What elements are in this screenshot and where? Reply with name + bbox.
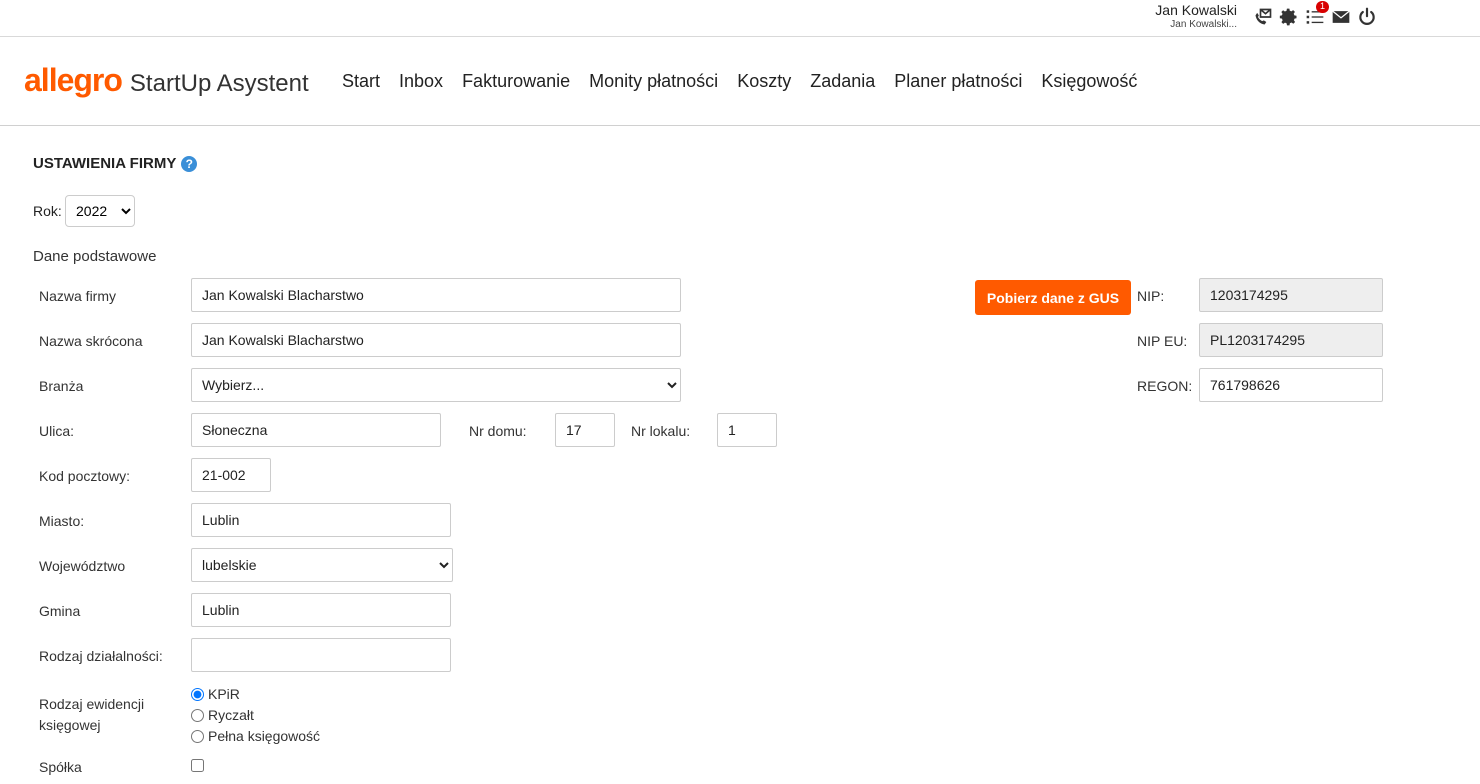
accounting-option-label: KPiR bbox=[208, 686, 240, 702]
nav-item-costs[interactable]: Koszty bbox=[737, 71, 791, 92]
house-no-label: Nr domu: bbox=[469, 423, 527, 439]
top-icons: 1 bbox=[1252, 1, 1378, 28]
logo-brand: allegro bbox=[24, 62, 123, 98]
postal-code-input[interactable] bbox=[191, 458, 271, 492]
main-navbar: allegro StartUp Asystent Start Inbox Fak… bbox=[0, 37, 1480, 126]
accounting-option-kpir[interactable]: KPiR bbox=[191, 686, 240, 702]
nav-item-inbox[interactable]: Inbox bbox=[399, 71, 443, 92]
accounting-type-label-line1: Rodzaj ewidencji bbox=[39, 696, 145, 712]
voivodeship-label: Województwo bbox=[39, 558, 126, 574]
nav-item-payment-reminders[interactable]: Monity płatności bbox=[589, 71, 718, 92]
nip-label: NIP: bbox=[1137, 288, 1165, 304]
nav-item-tasks[interactable]: Zadania bbox=[810, 71, 875, 92]
company-name-label: Nazwa firmy bbox=[39, 288, 117, 304]
top-bar: Jan Kowalski Jan Kowalski... 1 bbox=[0, 0, 1480, 37]
nav-item-invoicing[interactable]: Fakturowanie bbox=[462, 71, 570, 92]
accounting-option-full[interactable]: Pełna księgowość bbox=[191, 728, 320, 744]
flat-no-input[interactable] bbox=[717, 413, 777, 447]
nip-eu-label: NIP EU: bbox=[1137, 333, 1188, 349]
nav-item-start[interactable]: Start bbox=[342, 71, 380, 92]
accounting-radio-kpir[interactable] bbox=[191, 687, 204, 701]
street-label: Ulica: bbox=[39, 423, 75, 439]
partnership-checkbox[interactable] bbox=[191, 759, 204, 772]
flat-no-label: Nr lokalu: bbox=[631, 423, 691, 439]
accounting-option-label: Ryczałt bbox=[208, 707, 254, 723]
partnership-label: Spółka bbox=[39, 759, 82, 775]
accounting-option-label: Pełna księgowość bbox=[208, 728, 321, 744]
envelope-icon[interactable] bbox=[1330, 6, 1352, 28]
page-title-text: USTAWIENIA FIRMY bbox=[33, 155, 177, 172]
postal-code-label: Kod pocztowy: bbox=[39, 468, 131, 484]
city-label: Miasto: bbox=[39, 513, 85, 529]
app-name: StartUp Asystent bbox=[129, 70, 309, 97]
voivodeship-select[interactable]: lubelskie bbox=[191, 548, 453, 582]
notification-badge: 1 bbox=[1316, 1, 1329, 13]
short-name-input[interactable] bbox=[191, 323, 681, 357]
industry-label: Branża bbox=[39, 378, 84, 394]
city-input[interactable] bbox=[191, 503, 451, 537]
task-list-icon[interactable]: 1 bbox=[1304, 1, 1329, 28]
main-nav: Start Inbox Fakturowanie Monity płatnośc… bbox=[342, 71, 1137, 92]
accounting-type-label-line2: księgowej bbox=[39, 717, 101, 733]
year-label: Rok: bbox=[33, 203, 62, 219]
page-title: USTAWIENIA FIRMY ? bbox=[33, 155, 198, 172]
accounting-option-lump-sum[interactable]: Ryczałt bbox=[191, 707, 254, 723]
company-name-input[interactable] bbox=[191, 278, 681, 312]
nip-eu-input[interactable] bbox=[1199, 323, 1383, 357]
activity-type-input[interactable] bbox=[191, 638, 451, 672]
help-icon[interactable]: ? bbox=[181, 155, 198, 172]
industry-select[interactable]: Wybierz... bbox=[191, 368, 681, 402]
phone-mail-icon[interactable] bbox=[1252, 6, 1274, 28]
regon-label: REGON: bbox=[1137, 378, 1193, 394]
regon-input[interactable] bbox=[1199, 368, 1383, 402]
commune-input[interactable] bbox=[191, 593, 451, 627]
section-title: Dane podstawowe bbox=[33, 248, 157, 265]
user-info[interactable]: Jan Kowalski Jan Kowalski... bbox=[1155, 2, 1237, 32]
user-subtitle: Jan Kowalski... bbox=[1170, 19, 1237, 30]
accounting-radio-lump-sum[interactable] bbox=[191, 708, 204, 722]
short-name-label: Nazwa skrócona bbox=[39, 333, 143, 349]
nav-item-accounting[interactable]: Księgowość bbox=[1041, 71, 1137, 92]
year-select[interactable]: 2022 bbox=[65, 195, 135, 227]
gear-icon[interactable] bbox=[1278, 6, 1300, 28]
activity-type-label: Rodzaj działalności: bbox=[39, 648, 163, 664]
power-icon[interactable] bbox=[1356, 6, 1378, 28]
fetch-gus-button[interactable]: Pobierz dane z GUS bbox=[975, 280, 1131, 315]
nav-item-payment-planner[interactable]: Planer płatności bbox=[894, 71, 1022, 92]
house-no-input[interactable] bbox=[555, 413, 615, 447]
logo[interactable]: allegro StartUp Asystent bbox=[24, 62, 309, 99]
user-name: Jan Kowalski bbox=[1155, 2, 1237, 18]
nip-input[interactable] bbox=[1199, 278, 1383, 312]
commune-label: Gmina bbox=[39, 603, 81, 619]
accounting-radio-full[interactable] bbox=[191, 729, 204, 743]
street-input[interactable] bbox=[191, 413, 441, 447]
